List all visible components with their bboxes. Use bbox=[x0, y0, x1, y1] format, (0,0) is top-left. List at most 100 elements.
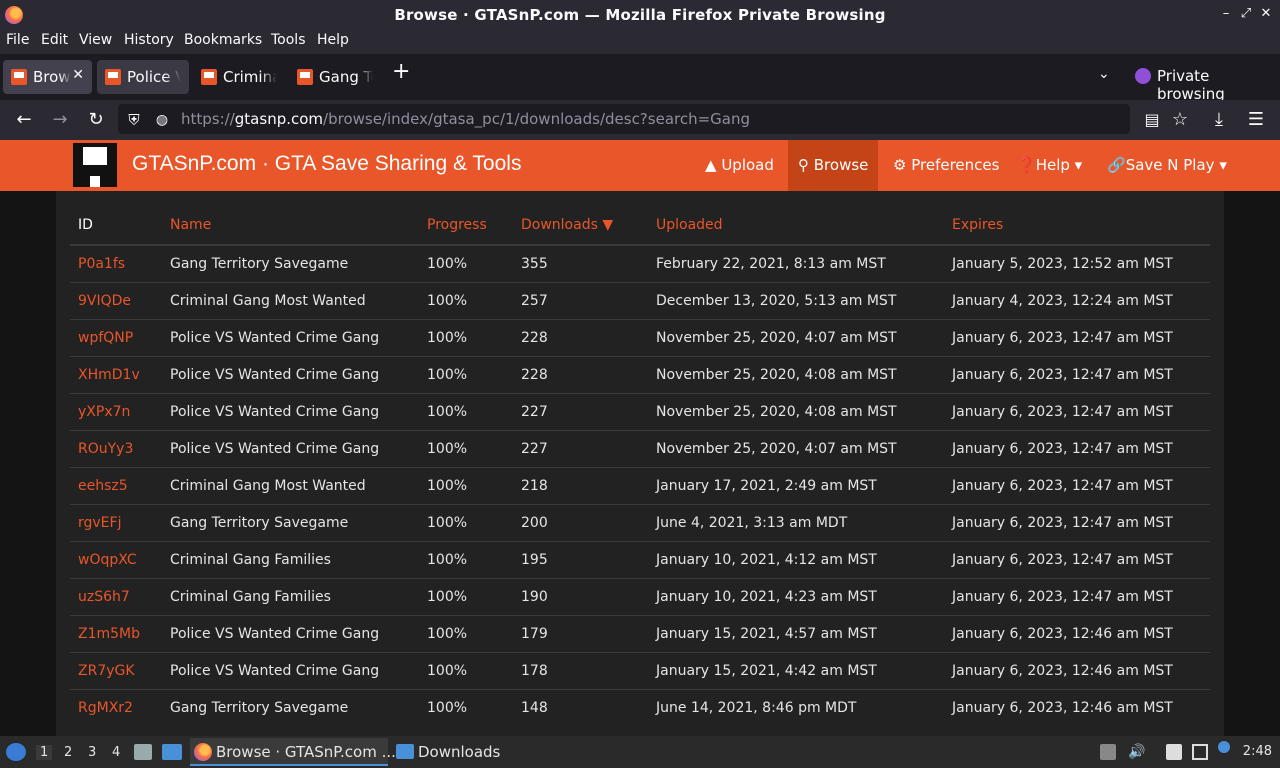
menu-history[interactable]: History bbox=[124, 32, 174, 48]
nav-browse[interactable]: ⚲ Browse bbox=[788, 140, 878, 191]
cell-progress: 100% bbox=[419, 540, 513, 578]
start-menu-icon[interactable] bbox=[6, 743, 26, 761]
back-icon[interactable]: ← bbox=[12, 108, 36, 132]
nav-save-n-play[interactable]: 🔗Save N Play ▾ bbox=[1097, 140, 1237, 191]
restore-icon[interactable]: ⤢ bbox=[1239, 7, 1253, 21]
gtasnp-favicon-icon bbox=[297, 69, 313, 85]
workspace-4[interactable]: 4 bbox=[112, 745, 120, 760]
cell-id[interactable]: ZR7yGK bbox=[70, 651, 162, 689]
workspace-3[interactable]: 3 bbox=[88, 745, 96, 760]
cell-uploaded: January 10, 2021, 4:12 am MST bbox=[648, 540, 944, 578]
table-row: eehsz5 Criminal Gang Most Wanted 100% 218 Ja… bbox=[70, 466, 1210, 504]
reader-view-icon[interactable]: ▤ bbox=[1140, 108, 1164, 132]
menu-help[interactable]: Help bbox=[317, 32, 349, 48]
cell-expires: January 6, 2023, 12:46 am MST bbox=[944, 651, 1210, 689]
cell-id[interactable]: XHmD1v bbox=[70, 355, 162, 393]
new-tab-icon[interactable]: + bbox=[392, 61, 410, 83]
cell-id[interactable]: Z1m5Mb bbox=[70, 614, 162, 652]
close-tab-icon[interactable]: ✕ bbox=[72, 67, 84, 83]
task-label: Browse · GTASnP.com ... bbox=[216, 743, 396, 761]
nav-help[interactable]: ❓Help ▾ bbox=[1007, 140, 1092, 191]
col-header-progress[interactable]: Progress bbox=[419, 206, 513, 246]
link-icon: 🔗 bbox=[1107, 156, 1126, 174]
workspace-2[interactable]: 2 bbox=[64, 745, 72, 760]
cell-id[interactable]: wpfQNP bbox=[70, 318, 162, 356]
network-icon[interactable] bbox=[1192, 744, 1208, 760]
col-header-uploaded[interactable]: Uploaded bbox=[648, 206, 944, 246]
notification-icon[interactable] bbox=[1218, 741, 1230, 753]
file-manager-icon[interactable] bbox=[134, 744, 152, 760]
cell-id[interactable]: ROuYy3 bbox=[70, 429, 162, 467]
minimize-icon[interactable]: – bbox=[1219, 7, 1233, 21]
forward-icon[interactable]: → bbox=[48, 108, 72, 132]
desktop-icon[interactable] bbox=[162, 744, 182, 760]
system-taskbar: 1 2 3 4 Browse · GTASnP.com ... Download… bbox=[0, 736, 1280, 768]
menu-file[interactable]: File bbox=[6, 32, 29, 48]
chevron-down-icon[interactable]: ⌄ bbox=[1098, 66, 1110, 82]
cell-progress: 100% bbox=[419, 429, 513, 467]
cell-progress: 100% bbox=[419, 651, 513, 689]
col-header-name[interactable]: Name bbox=[162, 206, 419, 246]
cell-id[interactable]: wOqpXC bbox=[70, 540, 162, 578]
tab-browse[interactable]: Browse · GTASnP.com ✕ bbox=[3, 60, 92, 94]
table-row: ROuYy3 Police VS Wanted Crime Gang 100% 227… bbox=[70, 429, 1210, 467]
site-brand[interactable]: GTASnP.com · GTA Save Sharing & Tools bbox=[132, 152, 521, 176]
cell-id[interactable]: P0a1fs bbox=[70, 244, 162, 282]
header-label: Progress bbox=[427, 217, 487, 233]
cell-name: Gang Territory Savegame bbox=[162, 244, 419, 282]
menu-bookmarks[interactable]: Bookmarks bbox=[184, 32, 262, 48]
tab-gang-territory[interactable]: Gang Territory Savegame bbox=[289, 60, 381, 94]
cell-downloads: 355 bbox=[513, 244, 648, 282]
close-window-icon[interactable]: ✕ bbox=[1259, 7, 1273, 21]
tab-police-vs-wanted[interactable]: Police VS Wanted Crime Gang bbox=[97, 60, 189, 94]
tab-criminal-gang[interactable]: Criminal Gang Most Wanted bbox=[193, 60, 285, 94]
cell-id[interactable]: rgvEFj bbox=[70, 503, 162, 541]
url-path: /browse/index/gtasa_pc/1/downloads/desc?… bbox=[323, 110, 751, 128]
cell-id[interactable]: yXPx7n bbox=[70, 392, 162, 430]
menu-tools[interactable]: Tools bbox=[271, 32, 306, 48]
nav-label: Preferences bbox=[911, 156, 1000, 174]
nav-preferences[interactable]: ⚙ Preferences bbox=[883, 140, 1009, 191]
gtasnp-favicon-icon bbox=[11, 69, 27, 85]
cell-name: Police VS Wanted Crime Gang bbox=[162, 429, 419, 467]
url-host: gtasnp.com bbox=[234, 110, 324, 128]
cell-progress: 100% bbox=[419, 503, 513, 541]
cell-name: Police VS Wanted Crime Gang bbox=[162, 318, 419, 356]
cell-progress: 100% bbox=[419, 318, 513, 356]
lock-icon[interactable]: ◍ bbox=[150, 108, 174, 132]
volume-icon[interactable]: 🔊 bbox=[1128, 744, 1145, 760]
task-firefox[interactable]: Browse · GTASnP.com ... bbox=[190, 738, 396, 766]
hamburger-menu-icon[interactable]: ☰ bbox=[1244, 108, 1268, 132]
clipboard-icon[interactable] bbox=[1166, 744, 1182, 760]
tab-label: Browse · GTASnP.com bbox=[33, 68, 92, 86]
menu-edit[interactable]: Edit bbox=[41, 32, 68, 48]
downloads-icon[interactable]: ⤓ bbox=[1207, 108, 1231, 132]
bookmark-star-icon[interactable]: ☆ bbox=[1168, 108, 1192, 132]
task-downloads[interactable]: Downloads bbox=[392, 738, 502, 766]
cell-progress: 100% bbox=[419, 355, 513, 393]
question-icon: ❓ bbox=[1017, 156, 1036, 174]
url-text[interactable]: https://gtasnp.com/browse/index/gtasa_pc… bbox=[181, 110, 750, 128]
cell-id[interactable]: 9VIQDe bbox=[70, 281, 162, 319]
col-header-downloads[interactable]: Downloads ▼ bbox=[513, 206, 648, 246]
col-header-expires[interactable]: Expires bbox=[944, 206, 1210, 246]
tab-bar: Browse · GTASnP.com ✕ Police VS Wanted C… bbox=[0, 54, 1280, 100]
cell-id[interactable]: eehsz5 bbox=[70, 466, 162, 504]
cell-uploaded: January 15, 2021, 4:57 am MST bbox=[648, 614, 944, 652]
clock[interactable]: 2:48 bbox=[1243, 744, 1272, 759]
workspace-1[interactable]: 1 bbox=[36, 745, 53, 760]
cell-name: Criminal Gang Families bbox=[162, 577, 419, 615]
reload-icon[interactable]: ↻ bbox=[84, 108, 108, 132]
tab-label: Criminal Gang Most Wanted bbox=[223, 68, 285, 86]
removable-media-icon[interactable] bbox=[1100, 744, 1116, 760]
cell-name: Criminal Gang Families bbox=[162, 540, 419, 578]
cell-id[interactable]: uzS6h7 bbox=[70, 577, 162, 615]
floppy-disk-logo-icon[interactable] bbox=[73, 143, 117, 187]
cell-expires: January 4, 2023, 12:24 am MST bbox=[944, 281, 1210, 319]
shield-icon[interactable]: ⛨ bbox=[122, 108, 146, 132]
nav-upload[interactable]: ▲ Upload bbox=[695, 140, 784, 191]
cell-expires: January 6, 2023, 12:47 am MST bbox=[944, 429, 1210, 467]
cell-id[interactable]: RgMXr2 bbox=[70, 688, 162, 726]
menu-view[interactable]: View bbox=[79, 32, 112, 48]
table-row: 9VIQDe Criminal Gang Most Wanted 100% 257 De… bbox=[70, 281, 1210, 319]
